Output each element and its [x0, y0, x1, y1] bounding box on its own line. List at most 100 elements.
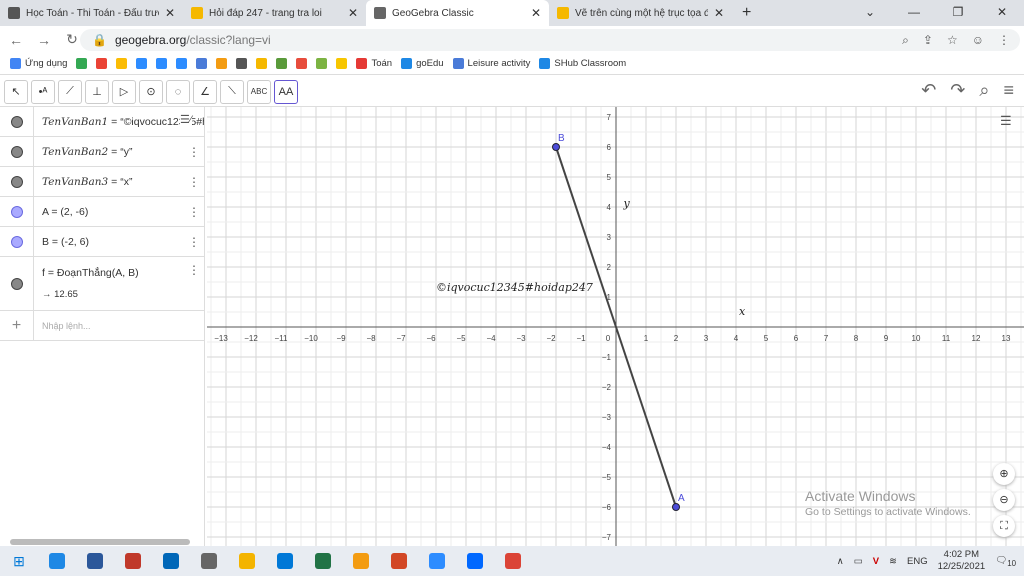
forward-icon[interactable]: →: [32, 32, 56, 48]
bookmark-item[interactable]: [276, 58, 288, 69]
taskbar-app[interactable]: [190, 546, 228, 576]
taskbar-app[interactable]: [266, 546, 304, 576]
visibility-toggle[interactable]: [10, 277, 23, 290]
chevron-up-icon[interactable]: ∧: [837, 556, 844, 567]
bookmark-item[interactable]: [116, 58, 128, 69]
more-options-icon[interactable]: ⋮: [184, 235, 204, 249]
bookmark-item[interactable]: [256, 58, 268, 69]
more-options-icon[interactable]: ⋮: [184, 263, 204, 277]
bookmark-item[interactable]: [296, 58, 308, 69]
input-row[interactable]: + Nhập lệnh...: [0, 311, 204, 341]
taskbar-app[interactable]: [76, 546, 114, 576]
bookmark-item[interactable]: [336, 58, 348, 69]
tool-perpendicular[interactable]: ⊥: [85, 79, 109, 104]
algebra-row[interactable]: f = ĐoạnThẳng(A, B) → 12.65 ⋮: [0, 257, 204, 311]
point-B[interactable]: [552, 143, 560, 151]
graphics-style-icon[interactable]: ☰: [1000, 113, 1012, 129]
visibility-toggle[interactable]: [10, 115, 23, 128]
wifi-icon[interactable]: ≋: [889, 556, 897, 567]
graphics-view[interactable]: −13 −12 −11 −10 −9 −8 −7 −6 −5 −4 −3 −2 −1 0 1 2 3 4 5 6 7 8 9…: [207, 107, 1024, 547]
bookmark-item[interactable]: [76, 58, 88, 69]
tool-angle[interactable]: ∠: [193, 79, 217, 104]
bookmark-item[interactable]: [176, 58, 188, 69]
bookmark-item[interactable]: [316, 58, 328, 69]
taskbar-app[interactable]: [418, 546, 456, 576]
bookmark-item[interactable]: SHub Classroom: [539, 58, 626, 69]
bookmark-item[interactable]: [216, 58, 228, 69]
close-tab-icon[interactable]: ✕: [714, 6, 724, 20]
profile-avatar[interactable]: ☺: [972, 33, 984, 48]
tool-polygon[interactable]: ▷: [112, 79, 136, 104]
taskbar-app[interactable]: [494, 546, 532, 576]
browser-tab[interactable]: GeoGebra Classic ✕: [366, 0, 549, 26]
algebra-style-icon[interactable]: ☰⁄: [180, 113, 192, 126]
notification-icon[interactable]: 🗨10: [995, 555, 1016, 568]
tool-reflect[interactable]: ⟍: [220, 79, 244, 104]
search-icon[interactable]: ⌕: [979, 80, 989, 101]
redo-icon[interactable]: ↷: [950, 80, 965, 101]
taskbar-app[interactable]: [304, 546, 342, 576]
tool-move[interactable]: ↖: [4, 79, 28, 104]
bookmark-item[interactable]: [236, 58, 248, 69]
horizontal-scrollbar[interactable]: [10, 539, 190, 545]
v-app-icon[interactable]: V: [873, 556, 879, 567]
language-indicator[interactable]: ENG: [907, 556, 928, 567]
close-tab-icon[interactable]: ✕: [348, 6, 358, 20]
bookmark-item[interactable]: [156, 58, 168, 69]
text-object[interactable]: y: [623, 197, 631, 210]
more-options-icon[interactable]: ⋮: [184, 205, 204, 219]
taskbar-app[interactable]: [342, 546, 380, 576]
bookmark-item[interactable]: Toán: [356, 58, 392, 69]
algebra-row[interactable]: B = (-2, 6) ⋮: [0, 227, 204, 257]
start-button[interactable]: ⊞: [0, 546, 38, 576]
browser-tab[interactable]: Hỏi đáp 247 - trang tra loi ✕: [183, 0, 366, 26]
close-tab-icon[interactable]: ✕: [531, 6, 541, 20]
graph-canvas[interactable]: −13 −12 −11 −10 −9 −8 −7 −6 −5 −4 −3 −2 −1 0 1 2 3 4 5 6 7 8 9…: [207, 107, 1024, 547]
more-icon[interactable]: ⋮: [998, 33, 1010, 48]
minimize-button[interactable]: —: [892, 0, 936, 26]
bookmark-item[interactable]: [136, 58, 148, 69]
zoom-icon[interactable]: ⌕: [902, 33, 909, 48]
tool-point[interactable]: •ᴬ: [31, 79, 55, 104]
command-input[interactable]: Nhập lệnh...: [34, 321, 204, 331]
tool-conic[interactable]: ◌: [166, 79, 190, 104]
close-window-button[interactable]: ✕: [980, 0, 1024, 26]
taskbar-app[interactable]: [380, 546, 418, 576]
tool-abc[interactable]: ABC: [247, 79, 271, 104]
tab-search-icon[interactable]: ⌄: [848, 0, 892, 26]
visibility-toggle[interactable]: [10, 145, 23, 158]
bookmark-item[interactable]: goEdu: [401, 58, 444, 69]
algebra-row[interactable]: TenVanBan2 = “y” ⋮: [0, 137, 204, 167]
point-A[interactable]: [672, 503, 680, 511]
bookmark-item[interactable]: [196, 58, 208, 69]
algebra-row[interactable]: TenVanBan1 = “©iqvocuc12345#hoidap247”: [0, 107, 204, 137]
taskbar-app[interactable]: [152, 546, 190, 576]
algebra-row[interactable]: TenVanBan3 = “x” ⋮: [0, 167, 204, 197]
visibility-toggle[interactable]: [10, 235, 23, 248]
battery-icon[interactable]: ▭: [854, 556, 863, 567]
tool-segment[interactable]: ⟋: [58, 79, 82, 104]
visibility-toggle[interactable]: [10, 175, 23, 188]
zoom-in-button[interactable]: ⊕: [993, 463, 1015, 485]
bookmark-item[interactable]: Ứng dụng: [10, 58, 67, 69]
taskbar-app[interactable]: [38, 546, 76, 576]
url-input[interactable]: 🔒 geogebra.org/classic?lang=vi ⌕ ⇪ ☆ ☺ ⋮: [80, 29, 1020, 51]
browser-tab[interactable]: Vẽ trên cùng một hệ trục tọa độ ✕: [549, 0, 732, 26]
undo-icon[interactable]: ↶: [921, 80, 936, 101]
algebra-row[interactable]: A = (2, -6) ⋮: [0, 197, 204, 227]
browser-tab[interactable]: Học Toán - Thi Toán - Đấu trường ✕: [0, 0, 183, 26]
fullscreen-button[interactable]: ⛶: [993, 515, 1015, 537]
bookmark-item[interactable]: [96, 58, 108, 69]
more-options-icon[interactable]: ⋮: [184, 145, 204, 159]
zoom-out-button[interactable]: ⊖: [993, 489, 1015, 511]
text-object[interactable]: x: [739, 305, 746, 318]
taskbar-app[interactable]: [228, 546, 266, 576]
visibility-toggle[interactable]: [10, 205, 23, 218]
tool-circle[interactable]: ⊙: [139, 79, 163, 104]
more-options-icon[interactable]: ⋮: [184, 175, 204, 189]
new-tab-button[interactable]: +: [732, 0, 761, 26]
back-icon[interactable]: ←: [4, 32, 28, 48]
taskbar-app[interactable]: [456, 546, 494, 576]
menu-icon[interactable]: ≡: [1003, 80, 1014, 101]
star-icon[interactable]: ☆: [947, 33, 958, 48]
